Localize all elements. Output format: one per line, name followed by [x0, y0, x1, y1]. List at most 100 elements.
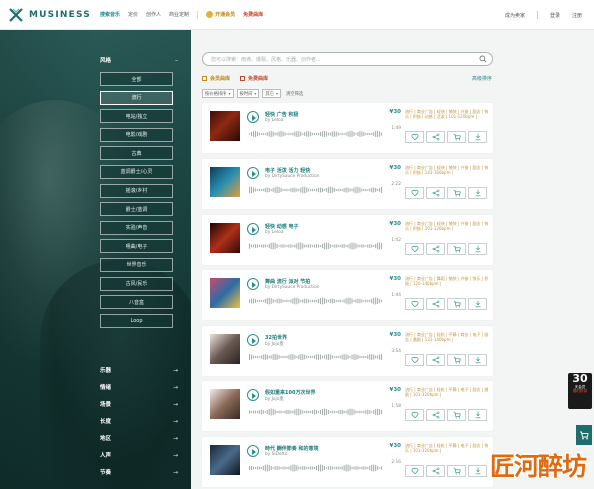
become-seller-link[interactable]: 成为卖家	[505, 12, 525, 19]
share-button[interactable]	[426, 243, 445, 255]
track-card[interactable]: 轻快 动感 电子 by Letoa ¥30 1:42 流行 | 商业广告 | 轻…	[202, 215, 493, 265]
play-icon[interactable]	[247, 389, 259, 401]
login-link[interactable]: 登录	[550, 12, 560, 19]
favorite-button[interactable]	[405, 243, 424, 255]
share-button[interactable]	[426, 131, 445, 143]
play-icon[interactable]	[247, 167, 259, 179]
track-tags[interactable]: 假如重来100万次世界	[265, 389, 315, 396]
play-icon[interactable]	[247, 445, 259, 457]
favorite-button[interactable]	[405, 187, 424, 199]
category-region[interactable]: 地区 →	[100, 434, 178, 443]
favorite-button[interactable]	[405, 298, 424, 310]
style-option-classical[interactable]: 古典	[100, 146, 173, 161]
play-icon[interactable]	[247, 111, 259, 123]
favorite-button[interactable]	[405, 465, 424, 477]
play-icon[interactable]	[247, 223, 259, 235]
nav-free-library[interactable]: 免费曲库	[243, 11, 263, 18]
register-link[interactable]: 注册	[572, 12, 582, 19]
style-option-loop[interactable]: Loop	[100, 313, 173, 328]
reset-filters-link[interactable]: 清空筛选	[286, 91, 303, 97]
search-input[interactable]: 您可以搜索：雨滴、爆裂、风格、乐器、创作者...	[202, 52, 493, 66]
track-author[interactable]: by SiDotto	[265, 452, 288, 457]
category-vocal[interactable]: 人声 →	[100, 451, 178, 460]
track-cover[interactable]	[210, 334, 240, 364]
share-button[interactable]	[426, 409, 445, 421]
search-icon[interactable]	[479, 55, 487, 63]
vip-library-checkbox[interactable]: 会员曲库	[202, 75, 230, 82]
track-tags[interactable]: 电子 活泼 活力 轻快	[265, 167, 310, 174]
brand-logo[interactable]: MUSINESS	[8, 7, 100, 23]
style-option-musicbox[interactable]: 八音盒	[100, 295, 173, 310]
waveform[interactable]	[249, 352, 383, 362]
style-option-pop[interactable]: 流行	[100, 90, 173, 105]
nav-vip-link[interactable]: 开通会员	[206, 11, 235, 18]
track-card[interactable]: 時代 鋼伴節奏 和的意境 by SiDotto ¥30 2:16 流行 | 商业…	[202, 437, 493, 487]
floating-cart-button[interactable]	[576, 425, 592, 445]
download-button[interactable]	[468, 187, 487, 199]
track-card[interactable]: 舞曲 流行 派对 节拍 by DirtySauce Production ¥30…	[202, 270, 493, 320]
nav-pricing[interactable]: 定价	[128, 11, 138, 18]
style-option-indie[interactable]: 电站/独立	[100, 109, 173, 124]
advanced-sort-link[interactable]: 高级排序	[472, 75, 492, 82]
category-length[interactable]: 长度 →	[100, 417, 178, 426]
waveform[interactable]	[249, 241, 383, 251]
track-author[interactable]: by DirtySauce Production	[265, 285, 319, 290]
add-to-cart-button[interactable]	[447, 243, 466, 255]
vip-promo-badge[interactable]: 30 天会员 限时折扣	[568, 373, 592, 409]
sort-by-price-select[interactable]: 按价格排序 ▾	[202, 89, 234, 98]
add-to-cart-button[interactable]	[447, 298, 466, 310]
track-tags[interactable]: 轻快 广告 积极	[265, 111, 298, 118]
waveform[interactable]	[249, 463, 383, 473]
download-button[interactable]	[468, 243, 487, 255]
share-button[interactable]	[426, 354, 445, 366]
style-option-experimental[interactable]: 实验/声音	[100, 220, 173, 235]
track-tags[interactable]: 舞曲 流行 派对 节拍	[265, 278, 310, 285]
download-button[interactable]	[468, 131, 487, 143]
track-author[interactable]: by Letoa	[265, 118, 284, 123]
play-icon[interactable]	[247, 334, 259, 346]
play-icon[interactable]	[247, 278, 259, 290]
category-mood[interactable]: 情绪 →	[100, 383, 178, 392]
waveform[interactable]	[249, 296, 383, 306]
track-tags[interactable]: 轻快 动感 电子	[265, 223, 298, 230]
track-author[interactable]: by Letoa	[265, 230, 284, 235]
download-button[interactable]	[468, 298, 487, 310]
share-button[interactable]	[426, 298, 445, 310]
add-to-cart-button[interactable]	[447, 131, 466, 143]
track-card[interactable]: 32拍世界 by Jojo麦 ¥30 3:54 流行 | 商业广告 | 轻松 |…	[202, 326, 493, 376]
download-button[interactable]	[468, 465, 487, 477]
share-button[interactable]	[426, 465, 445, 477]
track-author[interactable]: by Jojo麦	[265, 396, 284, 402]
track-card[interactable]: 轻快 广告 积极 by Letoa ¥30 1:49 流行 | 商业广告 | 轻…	[202, 103, 493, 153]
track-card[interactable]: 电子 活泼 活力 轻快 by DirtySauce Production ¥30…	[202, 159, 493, 209]
track-author[interactable]: by Jojo麦	[265, 341, 284, 347]
add-to-cart-button[interactable]	[447, 465, 466, 477]
favorite-button[interactable]	[405, 409, 424, 421]
track-cover[interactable]	[210, 389, 240, 419]
favorite-button[interactable]	[405, 354, 424, 366]
sort-by-time-select[interactable]: 按时间 ▾	[236, 89, 260, 98]
download-button[interactable]	[468, 354, 487, 366]
track-cover[interactable]	[210, 167, 240, 197]
track-tags[interactable]: 時代 鋼伴節奏 和的意境	[265, 445, 318, 452]
category-instrument[interactable]: 乐器 →	[100, 366, 178, 375]
style-option-jazz[interactable]: 爵士/蓝调	[100, 202, 173, 217]
style-option-all[interactable]: 全部	[100, 72, 173, 86]
nav-custom[interactable]: 商业定制	[169, 11, 189, 18]
style-option-electronic[interactable]: 嘻曲/电子	[100, 239, 173, 254]
nav-search-music[interactable]: 搜索音乐	[100, 11, 120, 18]
style-option-soul[interactable]: 蓝调爵士/心灵	[100, 164, 173, 179]
nav-creators[interactable]: 创作人	[146, 11, 161, 18]
favorite-button[interactable]	[405, 131, 424, 143]
other-select[interactable]: 其它 ▾	[262, 89, 282, 98]
style-option-world[interactable]: 世界音乐	[100, 257, 173, 272]
track-author[interactable]: by DirtySauce Production	[265, 174, 319, 179]
category-tempo[interactable]: 节奏 →	[100, 468, 178, 477]
track-cover[interactable]	[210, 111, 240, 141]
download-button[interactable]	[468, 409, 487, 421]
track-cover[interactable]	[210, 278, 240, 308]
style-category-header[interactable]: 风格 –	[100, 56, 178, 65]
category-scene[interactable]: 场景 →	[100, 400, 178, 409]
add-to-cart-button[interactable]	[447, 187, 466, 199]
track-card[interactable]: 假如重来100万次世界 by Jojo麦 ¥30 1:58 流行 | 商业广告 …	[202, 381, 493, 431]
